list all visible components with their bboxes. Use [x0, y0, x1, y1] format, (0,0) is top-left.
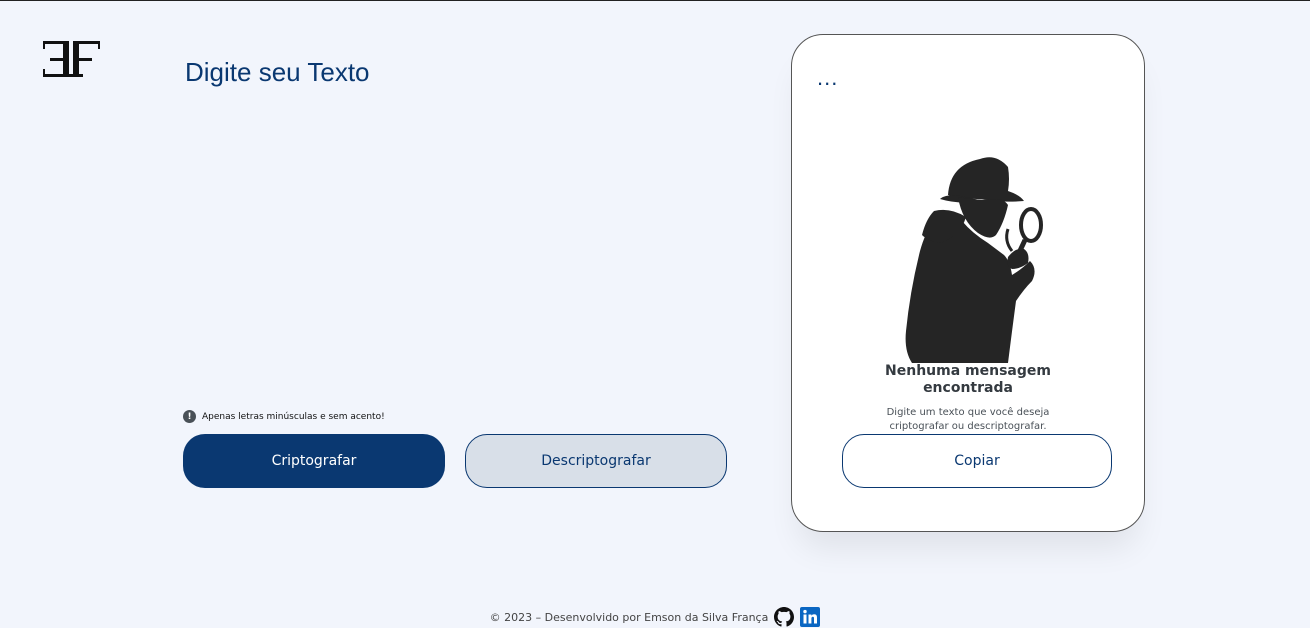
info-icon: ! [183, 410, 196, 423]
footer: © 2023 – Desenvolvido por Emson da Silva… [0, 607, 1310, 627]
empty-state-description: Digite um texto que você deseja criptogr… [886, 407, 1050, 432]
copy-button[interactable]: Copiar [842, 434, 1112, 488]
encrypt-button[interactable]: Criptografar [183, 434, 445, 488]
detective-illustration [905, 157, 1043, 363]
text-input[interactable] [185, 57, 725, 387]
hint: ! Apenas letras minúsculas e sem acento! [183, 410, 385, 423]
empty-state-title: Nenhuma mensagem encontrada [885, 363, 1051, 396]
output-panel: ... Nenhuma mensagem encontrada Digite u… [791, 34, 1145, 532]
linkedin-icon[interactable] [800, 607, 821, 627]
github-icon[interactable] [774, 607, 795, 627]
hint-text: Apenas letras minúsculas e sem acento! [202, 411, 385, 422]
decrypt-button[interactable]: Descriptografar [465, 434, 727, 488]
footer-text: © 2023 – Desenvolvido por Emson da Silva… [489, 610, 769, 624]
output-placeholder: ... [817, 65, 839, 90]
logo [42, 39, 102, 79]
